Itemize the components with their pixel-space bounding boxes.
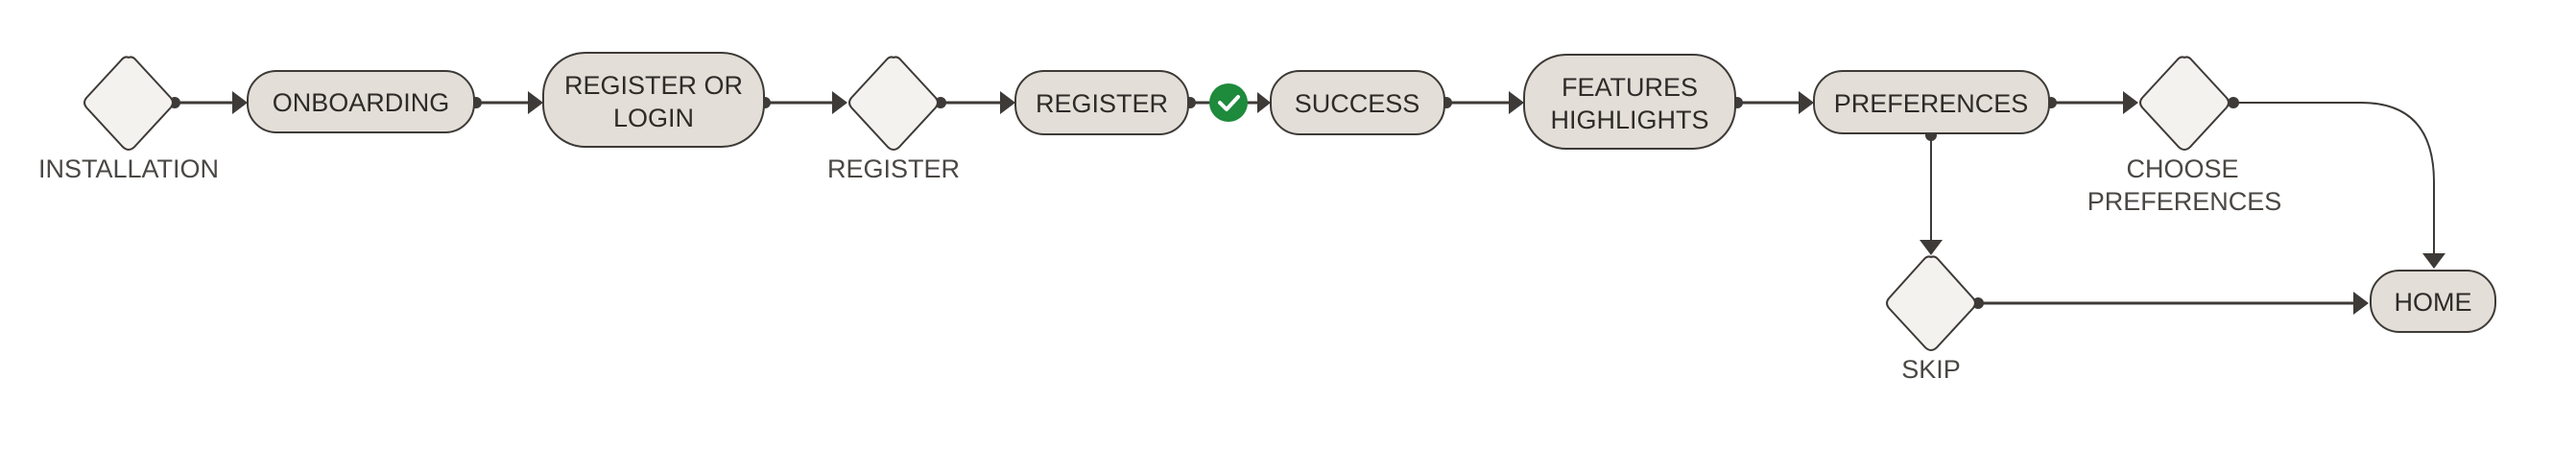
user-flow-diagram: INSTALLATION ONBOARDING REGISTER OR LOGI… — [38, 52, 2496, 384]
node-label: SKIP — [1901, 355, 1961, 384]
node-label: REGISTER — [827, 154, 960, 183]
node-choose-preferences[interactable]: CHOOSE PREFERENCES — [2087, 56, 2282, 216]
arrowhead — [1920, 240, 1943, 255]
edge-choose-home — [2231, 102, 2435, 255]
arrowhead — [232, 91, 248, 114]
arrowhead — [1000, 91, 1015, 114]
node-home[interactable]: HOME — [2370, 270, 2496, 333]
arrowhead — [2353, 292, 2369, 315]
node-preferences[interactable]: PREFERENCES — [1813, 70, 2050, 134]
node-label: LOGIN — [613, 104, 694, 132]
success-check-icon — [1209, 83, 1248, 122]
node-label: INSTALLATION — [38, 154, 219, 183]
node-label: REGISTER — [1036, 89, 1168, 118]
node-label: SUCCESS — [1295, 89, 1420, 118]
node-label: CHOOSE — [2126, 154, 2238, 183]
process-pill — [1523, 54, 1736, 150]
node-register[interactable]: REGISTER — [1014, 70, 1189, 135]
arrowhead — [832, 91, 847, 114]
arrowhead — [1509, 91, 1524, 114]
node-onboarding[interactable]: ONBOARDING — [247, 70, 475, 133]
node-success[interactable]: SUCCESS — [1270, 70, 1445, 135]
decision-diamond — [2139, 56, 2230, 152]
node-label: ONBOARDING — [273, 88, 450, 117]
arrowhead — [2123, 91, 2138, 114]
arrowhead — [1257, 92, 1271, 113]
process-pill — [542, 52, 765, 148]
node-label: PREFERENCES — [2087, 187, 2282, 216]
arrowhead — [1799, 91, 1814, 114]
decision-diamond — [83, 56, 174, 152]
arrowhead — [528, 91, 543, 114]
decision-diamond — [848, 56, 939, 152]
node-label: REGISTER OR — [564, 71, 743, 100]
node-label: HIGHLIGHTS — [1550, 106, 1708, 134]
node-skip[interactable]: SKIP — [1886, 255, 1976, 384]
node-register-or-login[interactable]: REGISTER OR LOGIN — [542, 52, 765, 148]
arrowhead — [2422, 253, 2445, 269]
node-label: HOME — [2395, 288, 2472, 317]
node-label: FEATURES — [1562, 73, 1698, 102]
node-register-decision[interactable]: REGISTER — [827, 56, 960, 183]
decision-diamond — [1886, 255, 1976, 352]
node-installation[interactable]: INSTALLATION — [38, 56, 219, 183]
node-features-highlights[interactable]: FEATURES HIGHLIGHTS — [1523, 54, 1736, 150]
node-label: PREFERENCES — [1834, 89, 2029, 118]
